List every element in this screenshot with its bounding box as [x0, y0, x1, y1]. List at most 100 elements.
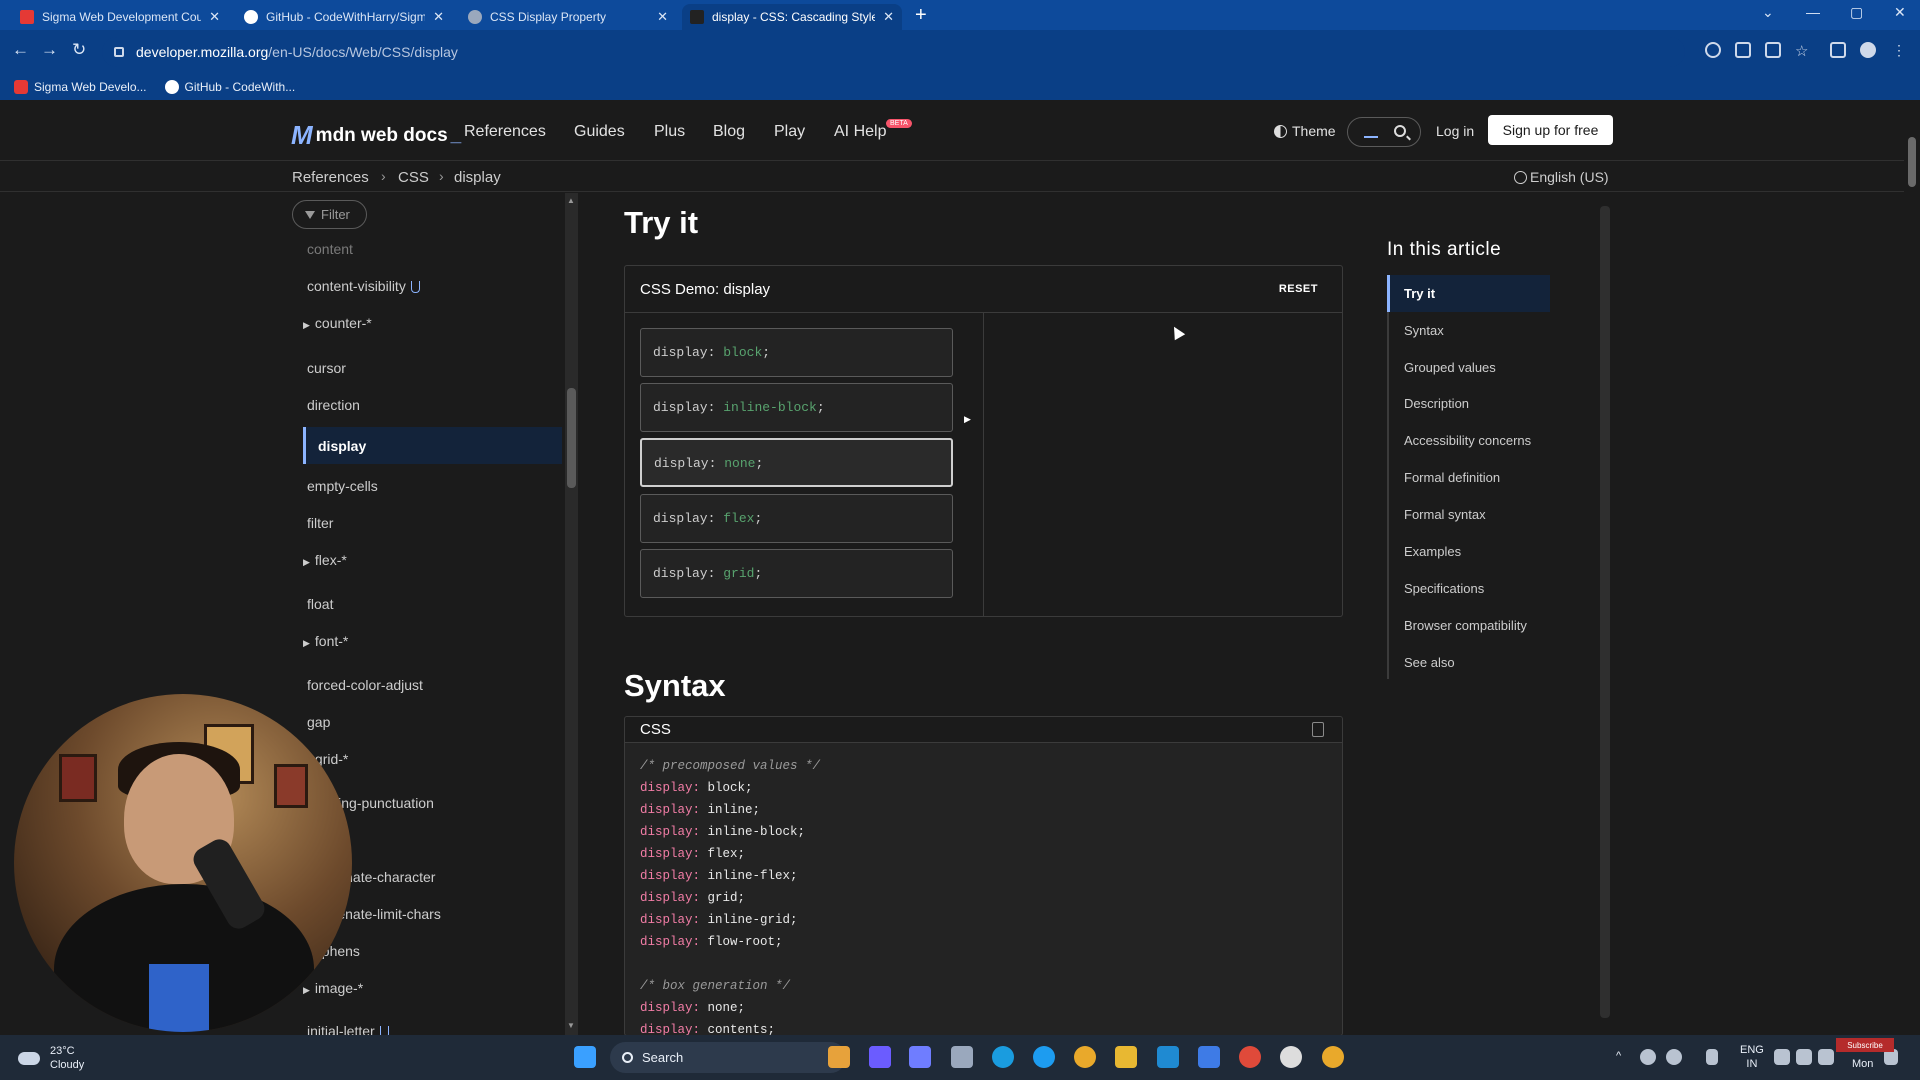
- tab-search-icon[interactable]: ⌄: [1762, 4, 1774, 21]
- sidebar-scrollbar[interactable]: ▲ ▼: [565, 193, 578, 1035]
- demo-option[interactable]: display: block;: [640, 328, 953, 377]
- bookmark-item[interactable]: GitHub - CodeWith...: [164, 79, 295, 94]
- mdn-logo[interactable]: M mdn web docs _: [291, 120, 461, 151]
- reset-button[interactable]: RESET: [1279, 283, 1318, 295]
- new-tab-icon[interactable]: +: [915, 4, 927, 27]
- microphone-icon[interactable]: [1706, 1049, 1718, 1065]
- chrome-icon[interactable]: [1074, 1046, 1096, 1068]
- sidebar-item-float[interactable]: float: [307, 596, 333, 612]
- google-lens-icon[interactable]: [1705, 42, 1721, 58]
- sidebar-item-flex[interactable]: ▶ flex-*: [303, 552, 347, 568]
- taskbar-search[interactable]: Search: [610, 1042, 846, 1073]
- search-icon[interactable]: [1394, 125, 1406, 137]
- login-link[interactable]: Log in: [1436, 123, 1474, 139]
- close-tab-icon[interactable]: ✕: [209, 9, 220, 25]
- install-icon[interactable]: [1735, 42, 1751, 58]
- demo-option-selected[interactable]: display: none;: [640, 438, 953, 487]
- toc-item-browser-compatibility[interactable]: Browser compatibility: [1404, 618, 1527, 633]
- toc-item-try-it[interactable]: Try it: [1404, 286, 1435, 301]
- nav-references[interactable]: References: [464, 123, 546, 141]
- nav-ai-help[interactable]: AI Help: [834, 123, 886, 141]
- sidepanel-icon[interactable]: [1830, 42, 1846, 58]
- toc-item-description[interactable]: Description: [1404, 396, 1469, 411]
- breadcrumb-references[interactable]: References: [292, 169, 369, 186]
- skype-icon[interactable]: [1033, 1046, 1055, 1068]
- sidebar-item-initial-letter[interactable]: initial-letter: [307, 1023, 389, 1035]
- copy-icon[interactable]: [1312, 722, 1324, 737]
- volume-icon[interactable]: [1796, 1049, 1812, 1065]
- minimize-icon[interactable]: —: [1806, 4, 1820, 20]
- signup-button[interactable]: Sign up for free: [1488, 115, 1613, 145]
- breadcrumb-css[interactable]: CSS: [398, 169, 429, 186]
- reload-icon[interactable]: ↻: [72, 40, 86, 60]
- nav-blog[interactable]: Blog: [713, 123, 745, 141]
- maximize-icon[interactable]: ▢: [1850, 4, 1863, 21]
- edge-icon[interactable]: [992, 1046, 1014, 1068]
- toc-item-syntax[interactable]: Syntax: [1404, 323, 1444, 338]
- toc-scrollbar[interactable]: [1600, 206, 1610, 1018]
- sidebar-item-display[interactable]: display: [303, 427, 562, 464]
- sidebar-item-font[interactable]: ▶ font-*: [303, 633, 348, 649]
- demo-option[interactable]: display: flex;: [640, 494, 953, 543]
- scrollbar-thumb[interactable]: [567, 388, 576, 488]
- battery-icon[interactable]: [1818, 1049, 1834, 1065]
- sidebar-item-counter[interactable]: ▶ counter-*: [303, 315, 372, 331]
- nav-plus[interactable]: Plus: [654, 123, 685, 141]
- scroll-up-icon[interactable]: ▲: [567, 196, 575, 205]
- toc-item-formal-definition[interactable]: Formal definition: [1404, 470, 1500, 485]
- menu-icon[interactable]: ⋮: [1892, 42, 1908, 58]
- nav-play[interactable]: Play: [774, 123, 805, 141]
- forward-icon[interactable]: →: [41, 40, 58, 60]
- vscode-icon[interactable]: [1157, 1046, 1179, 1068]
- back-icon[interactable]: ←: [12, 40, 29, 60]
- sidebar-item-cursor[interactable]: cursor: [307, 360, 346, 376]
- language-switcher[interactable]: English (US): [1514, 169, 1609, 185]
- sidebar-item-empty-cells[interactable]: empty-cells: [307, 478, 378, 494]
- sidebar-item-content[interactable]: content: [307, 241, 353, 257]
- close-tab-icon[interactable]: ✕: [883, 9, 894, 25]
- settings-gear-icon[interactable]: [951, 1046, 973, 1068]
- todo-icon[interactable]: [1198, 1046, 1220, 1068]
- demo-option[interactable]: display: grid;: [640, 549, 953, 598]
- obs-icon[interactable]: [1280, 1046, 1302, 1068]
- bookmark-item[interactable]: Sigma Web Develo...: [14, 79, 147, 94]
- file-explorer-icon[interactable]: [1115, 1046, 1137, 1068]
- sidebar-item-direction[interactable]: direction: [307, 397, 360, 413]
- chrome-profile-icon[interactable]: [1239, 1046, 1261, 1068]
- browser-tab[interactable]: CSS Display Property ✕: [460, 4, 676, 30]
- profile-icon[interactable]: [1860, 42, 1876, 58]
- copilot-icon[interactable]: [828, 1046, 850, 1068]
- sidebar-item-filter[interactable]: filter: [307, 515, 333, 531]
- bookmark-star-icon[interactable]: ☆: [1795, 42, 1811, 60]
- tray-overflow-icon[interactable]: ^: [1616, 1049, 1621, 1063]
- weather-widget[interactable]: 23°C Cloudy: [18, 1044, 84, 1072]
- teams-icon[interactable]: [909, 1046, 931, 1068]
- toc-item-examples[interactable]: Examples: [1404, 544, 1461, 559]
- onedrive-icon[interactable]: [1666, 1049, 1682, 1065]
- sidebar-item-content-visibility[interactable]: content-visibility: [307, 278, 420, 294]
- windows-start-icon[interactable]: [574, 1046, 596, 1068]
- language-indicator[interactable]: ENG IN: [1740, 1043, 1764, 1071]
- search-input[interactable]: [1347, 117, 1421, 147]
- tray-app-icon[interactable]: [1640, 1049, 1656, 1065]
- toc-item-grouped-values[interactable]: Grouped values: [1404, 360, 1496, 375]
- breadcrumb-display[interactable]: display: [454, 169, 501, 186]
- task-view-icon[interactable]: [869, 1046, 891, 1068]
- toc-item-accessibility[interactable]: Accessibility concerns: [1404, 433, 1531, 448]
- close-window-icon[interactable]: ✕: [1894, 4, 1906, 21]
- theme-toggle[interactable]: Theme: [1274, 123, 1336, 139]
- sidebar-item-forced-color-adjust[interactable]: forced-color-adjust: [307, 677, 423, 693]
- scroll-down-icon[interactable]: ▼: [567, 1021, 575, 1030]
- toc-item-formal-syntax[interactable]: Formal syntax: [1404, 507, 1486, 522]
- browser-tab[interactable]: GitHub - CodeWithHarry/Sigma ✕: [236, 4, 452, 30]
- toc-item-see-also[interactable]: See also: [1404, 655, 1455, 670]
- toc-item-specifications[interactable]: Specifications: [1404, 581, 1484, 596]
- scrollbar-thumb[interactable]: [1908, 137, 1916, 187]
- demo-option[interactable]: display: inline-block;: [640, 383, 953, 432]
- page-scrollbar[interactable]: [1904, 102, 1920, 1035]
- share-icon[interactable]: [1765, 42, 1781, 58]
- close-tab-icon[interactable]: ✕: [433, 9, 444, 25]
- sidebar-item-gap[interactable]: gap: [307, 714, 330, 730]
- nav-guides[interactable]: Guides: [574, 123, 625, 141]
- wifi-icon[interactable]: [1774, 1049, 1790, 1065]
